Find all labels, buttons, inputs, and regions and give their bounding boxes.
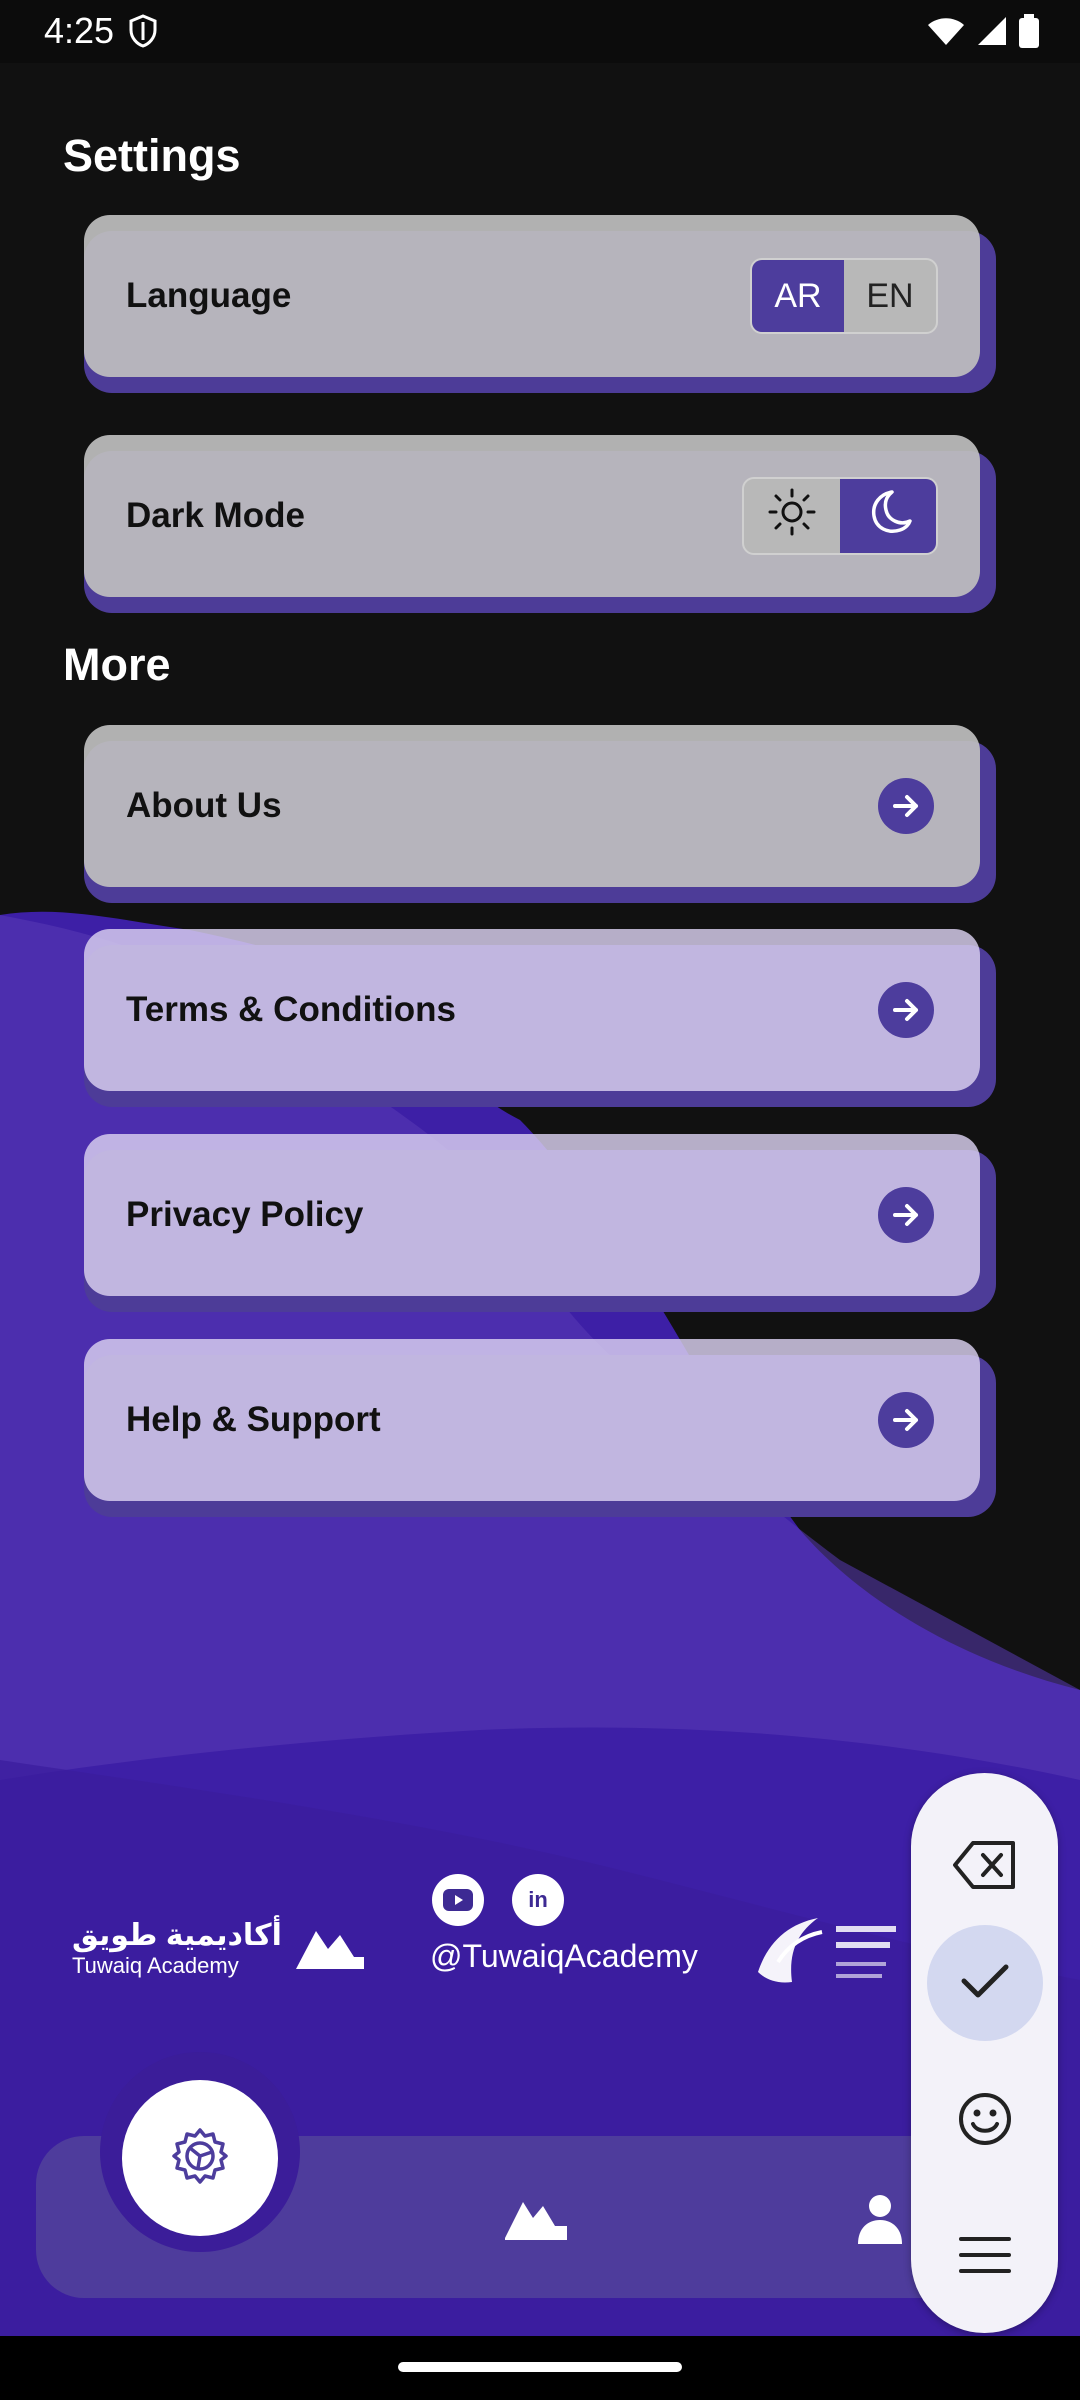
sun-icon <box>767 487 817 546</box>
settings-icon <box>168 2124 232 2193</box>
status-time: 4:25 <box>44 10 115 51</box>
status-bar: 4:25 <box>0 0 1080 63</box>
social-links: in <box>432 1874 564 1926</box>
home-indicator[interactable] <box>398 2362 682 2372</box>
signal-icon <box>976 15 1008 52</box>
nav-settings[interactable] <box>122 2080 278 2236</box>
light-mode-option[interactable] <box>744 479 840 553</box>
more-title: More <box>63 639 171 690</box>
language-card: Language AR EN <box>84 215 996 393</box>
confirm-button[interactable] <box>927 1925 1043 2041</box>
check-icon <box>960 1961 1010 2006</box>
dark-mode-option[interactable] <box>840 479 936 553</box>
shield-icon <box>128 14 158 53</box>
status-icons <box>926 14 1040 53</box>
terms-conditions-label: Terms & Conditions <box>126 990 456 1029</box>
about-us-item[interactable]: About Us <box>84 725 996 903</box>
language-label: Language <box>126 276 292 315</box>
language-toggle[interactable]: AR EN <box>750 258 938 334</box>
emoji-button[interactable] <box>927 2063 1043 2179</box>
backspace-icon <box>951 1839 1019 1896</box>
about-us-label: About Us <box>126 786 282 825</box>
arrow-right-icon[interactable] <box>878 982 934 1038</box>
backspace-button[interactable] <box>927 1809 1043 1925</box>
logo-text-en: Tuwaiq Academy <box>72 1953 239 1978</box>
tuwaiq-academy-logo: أكاديمية طويق Tuwaiq Academy <box>72 1918 366 1979</box>
emoji-icon <box>957 2091 1013 2152</box>
privacy-policy-item[interactable]: Privacy Policy <box>84 1134 996 1312</box>
settings-title: Settings <box>63 130 241 181</box>
help-support-item[interactable]: Help & Support <box>84 1339 996 1517</box>
youtube-icon[interactable] <box>432 1874 484 1926</box>
menu-button[interactable] <box>927 2199 1043 2315</box>
help-support-label: Help & Support <box>126 1400 381 1439</box>
terms-conditions-item[interactable]: Terms & Conditions <box>84 929 996 1107</box>
wifi-icon <box>926 15 966 52</box>
language-option-en[interactable]: EN <box>844 260 936 332</box>
battery-icon <box>1018 14 1040 53</box>
language-option-ar[interactable]: AR <box>752 260 844 332</box>
privacy-policy-label: Privacy Policy <box>126 1195 364 1234</box>
social-handle: @TuwaiqAcademy <box>430 1938 698 1974</box>
nav-home[interactable] <box>505 2190 569 2247</box>
floating-tool-panel <box>911 1773 1058 2333</box>
linkedin-icon[interactable]: in <box>512 1874 564 1926</box>
nav-profile[interactable] <box>852 2190 908 2251</box>
moon-icon <box>862 486 914 547</box>
menu-icon <box>959 2235 1011 2280</box>
arrow-right-icon[interactable] <box>878 778 934 834</box>
arrow-right-icon[interactable] <box>878 1392 934 1448</box>
arrow-right-icon[interactable] <box>878 1187 934 1243</box>
profile-icon <box>852 2195 908 2250</box>
tuwaiq-logo-icon <box>295 1921 366 1976</box>
logo-text-ar: أكاديمية طويق <box>72 1919 282 1952</box>
home-logo-icon <box>505 2202 569 2246</box>
partner-logo <box>748 1912 908 2000</box>
dark-mode-card: Dark Mode <box>84 435 996 613</box>
theme-toggle[interactable] <box>742 477 938 555</box>
dark-mode-label: Dark Mode <box>126 496 305 535</box>
